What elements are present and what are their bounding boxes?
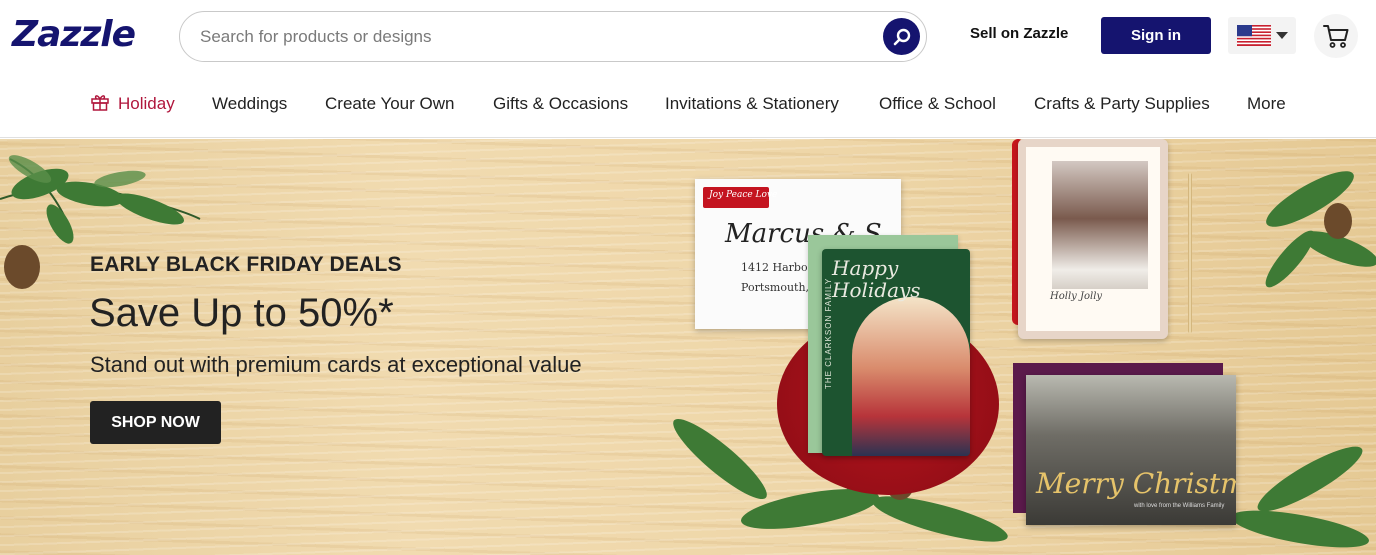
cart-button[interactable] bbox=[1314, 14, 1358, 58]
envelope-label: Joy Peace Love bbox=[703, 187, 777, 208]
family-photo bbox=[1052, 161, 1148, 289]
chevron-down-icon bbox=[1276, 32, 1288, 39]
search-button[interactable] bbox=[883, 18, 920, 55]
card-script: Happy Holidays bbox=[832, 256, 921, 302]
nav-item-gifts-occasions[interactable]: Gifts & Occasions bbox=[493, 94, 628, 114]
card-family-name: THE CLARKSON FAMILY bbox=[824, 277, 833, 389]
holiday-card-image: Happy Holidays THE CLARKSON FAMILY bbox=[822, 249, 970, 456]
pine-branch-image bbox=[1265, 171, 1376, 288]
search-bar bbox=[179, 11, 927, 62]
hero-subline: Stand out with premium cards at exceptio… bbox=[90, 352, 582, 377]
us-flag-icon bbox=[1237, 25, 1271, 46]
site-header: Zazzle Sell on Zazzle Sign in bbox=[0, 0, 1376, 72]
search-input[interactable] bbox=[200, 24, 880, 50]
card-script: Merry Christmas bbox=[1036, 467, 1236, 500]
christmas-card-image: Merry Christmas with love from the Willi… bbox=[1026, 375, 1236, 525]
hero-eyebrow: EARLY BLACK FRIDAY DEALS bbox=[90, 253, 402, 276]
card-small-text: with love from the Williams Family bbox=[1134, 503, 1225, 509]
sign-in-button[interactable]: Sign in bbox=[1101, 17, 1211, 54]
gift-icon bbox=[91, 95, 109, 111]
nav-item-crafts-party-supplies[interactable]: Crafts & Party Supplies bbox=[1034, 94, 1210, 114]
hero-headline: Save Up to 50%* bbox=[89, 291, 394, 335]
hero-banner[interactable]: EARLY BLACK FRIDAY DEALS Save Up to 50%*… bbox=[0, 139, 1376, 555]
nav-item-office-school[interactable]: Office & School bbox=[879, 94, 996, 114]
search-icon bbox=[893, 28, 910, 45]
nav-item-create-your-own[interactable]: Create Your Own bbox=[325, 94, 454, 114]
shop-now-button[interactable]: SHOP NOW bbox=[90, 401, 221, 444]
nav-item-weddings[interactable]: Weddings bbox=[212, 94, 287, 114]
cart-icon bbox=[1323, 25, 1349, 48]
envelope-label-text: Joy Peace Love bbox=[709, 190, 778, 200]
pen-image bbox=[1188, 173, 1192, 333]
family-photo bbox=[852, 297, 970, 456]
nav-item-holiday[interactable]: Holiday bbox=[118, 94, 175, 114]
card-script: Holly Jolly bbox=[1050, 291, 1103, 302]
zazzle-logo[interactable]: Zazzle bbox=[12, 12, 136, 58]
category-nav: Holiday Weddings Create Your Own Gifts &… bbox=[0, 72, 1376, 138]
nav-item-invitations-stationery[interactable]: Invitations & Stationery bbox=[665, 94, 839, 114]
nav-item-more[interactable]: More bbox=[1247, 94, 1286, 114]
sell-on-zazzle-link[interactable]: Sell on Zazzle bbox=[970, 25, 1068, 42]
locale-selector[interactable] bbox=[1228, 17, 1296, 54]
